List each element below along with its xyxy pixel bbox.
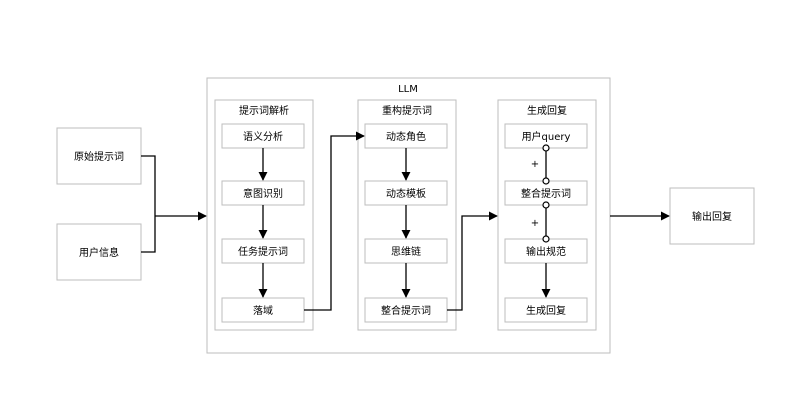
input-user-info-label: 用户信息 — [79, 246, 119, 259]
parse-title: 提示词解析 — [239, 104, 289, 117]
input-prompt-label: 原始提示词 — [74, 150, 124, 163]
parse-step-label: 落域 — [253, 304, 273, 317]
link-end-circle — [542, 201, 550, 209]
rebuild-title: 重构提示词 — [382, 104, 432, 117]
connector-prompt — [141, 155, 156, 216]
generate-step-label: 生成回复 — [526, 304, 566, 317]
generate-step-label: 输出规范 — [526, 245, 566, 258]
generate-title: 生成回复 — [527, 104, 567, 117]
link-end-circle — [542, 144, 550, 152]
link-end-circle — [542, 235, 550, 243]
parse-step-label: 任务提示词 — [238, 245, 288, 258]
plus-sign: + — [531, 218, 539, 229]
plus-sign: + — [531, 159, 539, 170]
rebuild-step-label: 动态模板 — [386, 187, 426, 200]
parse-step-label: 意图识别 — [243, 187, 283, 200]
link-end-circle — [542, 177, 550, 185]
generate-step-label: 用户query — [522, 130, 571, 143]
llm-title: LLM — [398, 84, 418, 95]
connector-user-info — [141, 216, 156, 253]
generate-step-label: 整合提示词 — [521, 187, 571, 200]
rebuild-step-label: 整合提示词 — [381, 304, 431, 317]
rebuild-step-label: 动态角色 — [386, 130, 426, 143]
pipeline-diagram: LLM 提示词解析 重构提示词 生成回复 原始提示词 用户信息 输出回复 语义分… — [56, 77, 755, 354]
rebuild-step-label: 思维链 — [391, 245, 421, 258]
parse-step-label: 语义分析 — [243, 130, 283, 143]
output-label: 输出回复 — [692, 210, 732, 223]
